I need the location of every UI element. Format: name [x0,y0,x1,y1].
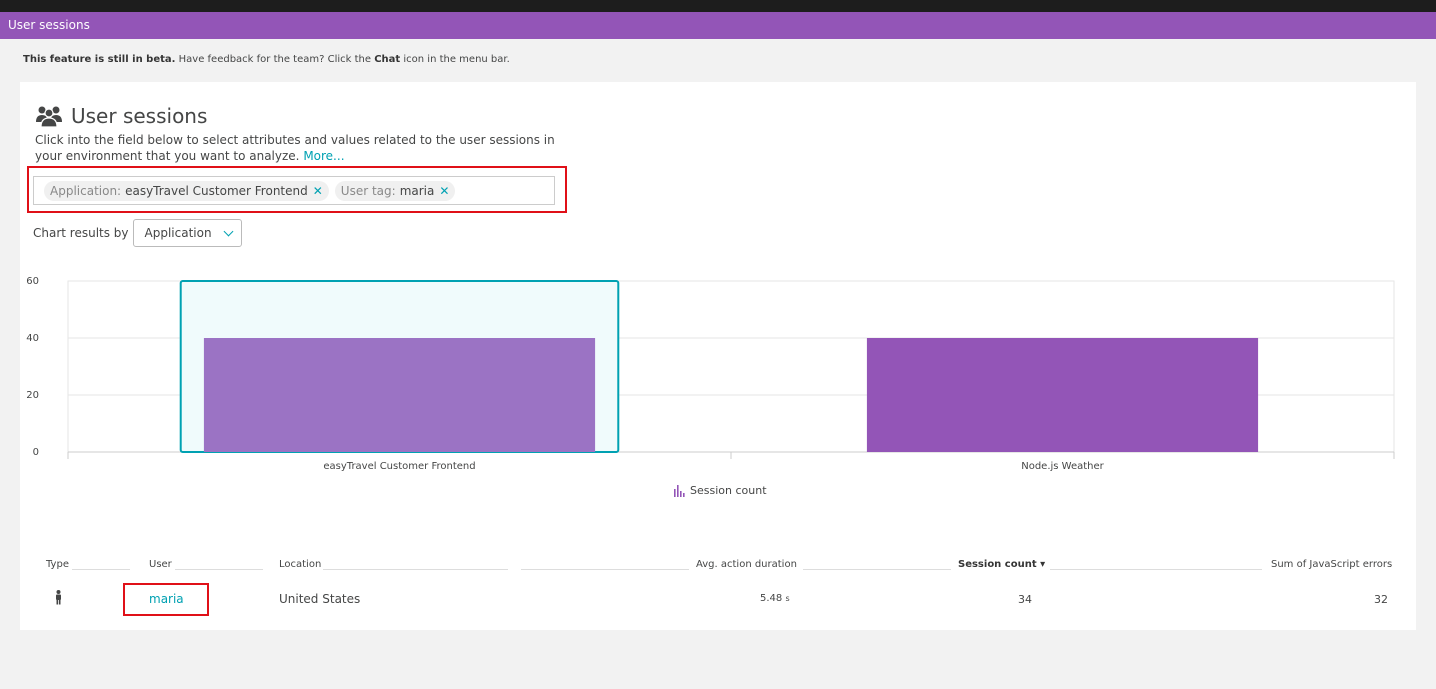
location-cell: United States [279,592,361,606]
col-header-type[interactable]: Type [46,559,69,570]
filter-chip-user-tag[interactable]: User tag: maria ✕ [334,180,456,201]
chevron-down-icon [223,226,234,236]
bar [866,338,1259,452]
col-header-avg-action[interactable]: Avg. action duration [696,559,797,570]
chart-by-label: Chart results by [33,226,129,240]
avg-action-value: 5.48 [760,593,783,604]
bar-chart-icon [674,484,685,497]
col-separator [1050,569,1262,570]
avg-action-unit: s [785,594,790,603]
sort-desc-icon: ▾ [1040,559,1046,570]
page-title: User sessions [8,18,90,32]
bar [203,338,596,452]
users-group-icon [36,106,62,128]
col-header-js-errors[interactable]: Sum of JavaScript errors [1271,559,1392,570]
col-separator [72,569,130,570]
y-tick-label: 0 [33,447,39,458]
user-link[interactable]: maria [149,592,184,606]
page-title-bar: User sessions [0,12,1436,39]
col-separator [803,569,951,570]
beta-notice-bold: This feature is still in beta. [23,54,176,65]
session-count-cell: 34 [1018,593,1032,606]
legend-label: Session count [690,484,767,497]
session-count-header-label: Session count [958,559,1037,570]
chip-value: easyTravel Customer Frontend [125,183,308,198]
chart-legend[interactable]: Session count [673,484,767,497]
session-count-chart: 0 20 40 60 easyTravel Customer Frontend Node.… [26,276,1395,472]
col-header-session-count[interactable]: Session count ▾ [958,559,1045,570]
js-errors-cell: 32 [1374,593,1388,606]
more-link[interactable]: More... [303,149,344,163]
filter-input[interactable]: Application: easyTravel Customer Fronten… [33,176,555,205]
beta-notice: This feature is still in beta. Have feed… [23,54,510,65]
beta-notice-text1: Have feedback for the team? Click the [178,54,372,65]
col-header-user[interactable]: User [149,559,172,570]
y-tick-label: 40 [26,333,39,344]
col-header-location[interactable]: Location [279,559,321,570]
x-tick-label: easyTravel Customer Frontend [323,461,475,472]
filter-chip-application[interactable]: Application: easyTravel Customer Fronten… [44,180,329,201]
chart-by-select[interactable]: Application [132,219,242,247]
beta-notice-chat: Chat [374,54,401,65]
chip-key: Application: [50,183,122,198]
remove-chip-icon[interactable]: ✕ [313,184,323,198]
intro-description: Click into the field below to select att… [35,133,555,163]
section-title: User sessions [71,104,208,128]
intro-text: Click into the field below to select att… [35,132,575,164]
avg-action-cell: 5.48 s [760,593,790,604]
section-heading: User sessions [35,102,207,130]
y-tick-label: 60 [26,276,39,287]
x-tick-label: Node.js Weather [1021,461,1104,472]
top-bar [0,0,1436,12]
chart-by-control: Chart results by Application [33,219,242,247]
beta-notice-text2: icon in the menu bar. [403,54,510,65]
col-separator [175,569,263,570]
col-separator [323,569,508,570]
chart-by-selected: Application [144,226,212,240]
remove-chip-icon[interactable]: ✕ [439,184,449,198]
chip-value: maria [399,183,435,198]
chip-key: User tag: [340,183,396,198]
col-separator [521,569,689,570]
user-sessions-card: User sessions Click into the field below… [20,82,1416,630]
person-icon [56,590,61,605]
y-tick-label: 20 [26,390,39,401]
